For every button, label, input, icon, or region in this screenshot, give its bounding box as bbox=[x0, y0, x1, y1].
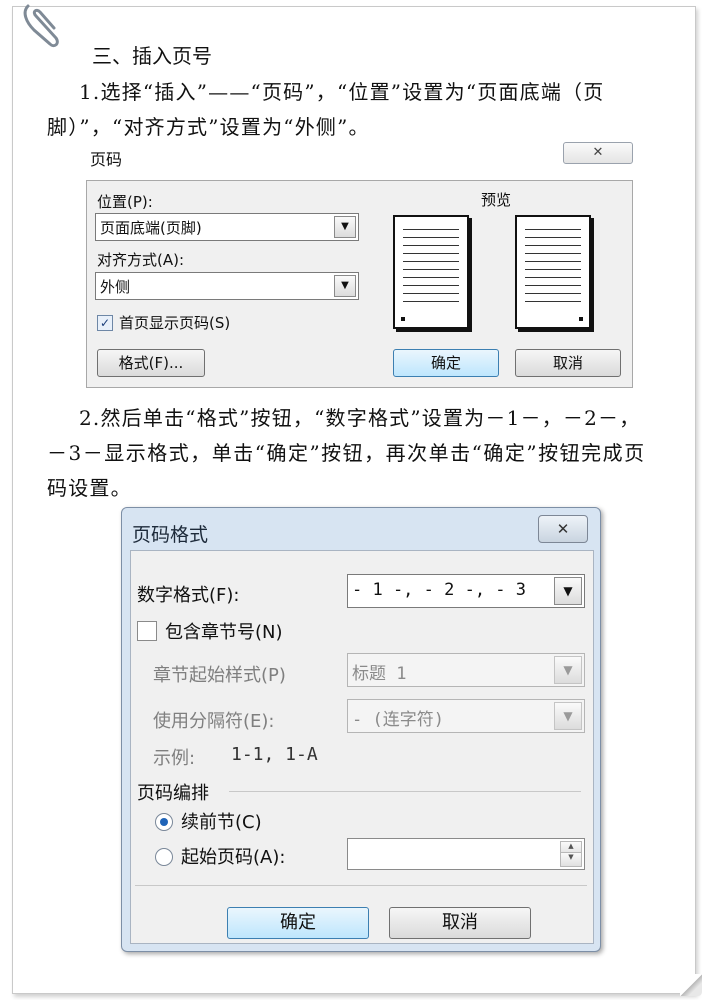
paragraph-2-line-3: 码设置。 bbox=[47, 476, 132, 500]
section-heading: 三、插入页号 bbox=[92, 44, 212, 68]
number-format-value: - 1 -, - 2 -, - 3 bbox=[352, 580, 526, 600]
start-at-radio[interactable] bbox=[155, 848, 173, 866]
example-value: 1-1, 1-A bbox=[231, 744, 318, 765]
close-icon[interactable]: ✕ bbox=[538, 515, 588, 543]
chevron-down-icon[interactable]: ▼ bbox=[554, 577, 582, 605]
separator-value: - (连字符) bbox=[352, 710, 444, 730]
position-value: 页面底端(页脚) bbox=[100, 219, 202, 237]
footer-divider bbox=[135, 885, 587, 886]
page-curl-decoration bbox=[680, 974, 702, 996]
show-first-page-checkbox[interactable]: ✓ bbox=[97, 315, 113, 331]
separator-label: 使用分隔符(E): bbox=[153, 711, 275, 732]
number-format-select[interactable]: - 1 -, - 2 -, - 3 ▼ bbox=[347, 574, 585, 608]
paragraph-1-line-1: 1.选择“插入”——“页码”，“位置”设置为“页面底端（页 bbox=[79, 80, 605, 104]
chapter-style-value: 标题 1 bbox=[352, 664, 407, 684]
example-label: 示例: bbox=[153, 748, 196, 769]
page-numbers-dialog: 位置(P): 页面底端(页脚) ▼ 对齐方式(A): 外侧 ▼ ✓ 首页显示页码… bbox=[86, 180, 633, 388]
paperclip-icon bbox=[23, 4, 59, 48]
continue-label: 续前节(C) bbox=[181, 812, 262, 833]
position-label: 位置(P): bbox=[97, 193, 153, 211]
paragraph-2-line-2: －3－显示格式，单击“确定”按钮，再次单击“确定”按钮完成页 bbox=[47, 441, 646, 465]
dialog-title: 页码格式 bbox=[132, 524, 209, 546]
chevron-down-icon[interactable]: ▼ bbox=[554, 702, 582, 730]
chapter-style-select[interactable]: 标题 1 ▼ bbox=[347, 653, 585, 687]
format-button[interactable]: 格式(F)... bbox=[97, 349, 205, 377]
alignment-select[interactable]: 外侧 ▼ bbox=[95, 272, 359, 300]
show-first-page-label: 首页显示页码(S) bbox=[119, 314, 231, 332]
preview-right-page bbox=[515, 215, 591, 329]
chevron-down-icon[interactable]: ▼ bbox=[554, 656, 582, 684]
ok-button[interactable]: 确定 bbox=[227, 907, 369, 939]
cancel-button[interactable]: 取消 bbox=[515, 349, 621, 377]
include-chapter-checkbox[interactable] bbox=[137, 621, 157, 641]
cancel-button[interactable]: 取消 bbox=[389, 907, 531, 939]
alignment-value: 外侧 bbox=[100, 278, 131, 296]
dialog-body: 数字格式(F): - 1 -, - 2 -, - 3 ▼ 包含章节号(N) 章节… bbox=[130, 550, 594, 944]
number-format-label: 数字格式(F): bbox=[137, 585, 240, 606]
continue-radio[interactable] bbox=[155, 813, 173, 831]
page-number-format-dialog: 页码格式 ✕ 数字格式(F): - 1 -, - 2 -, - 3 ▼ 包含章节… bbox=[121, 507, 601, 952]
separator-select[interactable]: - (连字符) ▼ bbox=[347, 699, 585, 733]
group-divider bbox=[229, 791, 581, 792]
page-numbers-dialog-title: 页码 bbox=[90, 150, 123, 169]
ok-button[interactable]: 确定 bbox=[393, 349, 499, 377]
chevron-down-icon[interactable]: ▼ bbox=[334, 216, 356, 238]
include-chapter-label: 包含章节号(N) bbox=[165, 622, 283, 643]
start-at-spinner[interactable]: ▲ ▼ bbox=[347, 838, 585, 870]
numbering-group-label: 页码编排 bbox=[137, 783, 209, 804]
chevron-down-icon[interactable]: ▼ bbox=[334, 275, 356, 297]
chapter-style-label: 章节起始样式(P) bbox=[153, 665, 286, 686]
start-at-label: 起始页码(A): bbox=[181, 847, 286, 868]
preview-left-page bbox=[393, 215, 469, 329]
spin-down-icon[interactable]: ▼ bbox=[560, 852, 582, 867]
alignment-label: 对齐方式(A): bbox=[97, 251, 185, 269]
paragraph-1-line-2: 脚）”，“对齐方式”设置为“外侧”。 bbox=[47, 115, 370, 139]
close-icon[interactable]: ✕ bbox=[563, 142, 633, 164]
paragraph-2-line-1: 2.然后单击“格式”按钮，“数字格式”设置为－1－，－2－， bbox=[79, 406, 641, 430]
position-select[interactable]: 页面底端(页脚) ▼ bbox=[95, 213, 359, 241]
preview-label: 预览 bbox=[481, 191, 512, 209]
